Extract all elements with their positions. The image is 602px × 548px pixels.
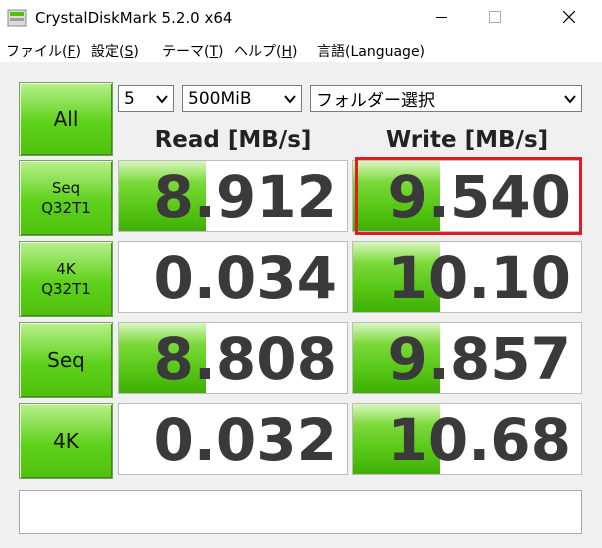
close-button[interactable] <box>546 0 592 34</box>
maximize-button[interactable] <box>472 0 518 34</box>
seq-q32t1-write-result: 9.540 <box>352 160 582 232</box>
test-drive-value: フォルダー選択 <box>316 91 435 111</box>
seq-button[interactable]: Seq <box>19 322 113 398</box>
app-icon <box>7 9 27 27</box>
seq-read-result: 8.808 <box>118 322 348 394</box>
read-value: 0.034 <box>153 244 337 312</box>
write-header: Write [MB/s] <box>385 127 549 153</box>
test-count-select[interactable]: 5 <box>118 85 174 112</box>
menu-language[interactable]: 言語(Language) <box>317 41 425 61</box>
test-label-line1: 4K <box>53 429 79 453</box>
test-drive-select[interactable]: フォルダー選択 <box>310 85 582 112</box>
4k-read-result: 0.032 <box>118 403 348 475</box>
chevron-down-icon <box>156 95 168 104</box>
minimize-icon <box>435 16 447 18</box>
chevron-down-icon <box>564 95 576 104</box>
write-value: 9.540 <box>387 163 571 231</box>
test-label-line2: Q32T1 <box>41 199 91 217</box>
4k-q32t1-button[interactable]: 4K Q32T1 <box>19 241 113 317</box>
4k-q32t1-write-result: 10.10 <box>352 241 582 313</box>
maximize-icon <box>489 11 501 23</box>
close-icon <box>563 11 575 23</box>
test-size-select[interactable]: 500MiB <box>182 85 302 112</box>
test-label-line1: Seq <box>51 179 81 197</box>
4k-q32t1-read-result: 0.034 <box>118 241 348 313</box>
read-value: 8.912 <box>153 163 337 231</box>
test-label-line1: Seq <box>47 348 85 372</box>
comment-field[interactable] <box>19 490 582 534</box>
test-count-value: 5 <box>124 88 135 109</box>
write-value: 10.68 <box>387 406 571 474</box>
minimize-button[interactable] <box>418 0 464 34</box>
window-title: CrystalDiskMark 5.2.0 x64 <box>35 9 233 27</box>
menu-help[interactable]: ヘルプ(H) <box>234 41 297 61</box>
test-label-line2: Q32T1 <box>41 280 91 298</box>
read-header: Read [MB/s] <box>154 127 312 153</box>
seq-q32t1-read-result: 8.912 <box>118 160 348 232</box>
seq-write-result: 9.857 <box>352 322 582 394</box>
test-label-line1: 4K <box>56 260 76 278</box>
all-button-label: All <box>53 107 79 131</box>
read-value: 8.808 <box>153 325 337 393</box>
menu-settings[interactable]: 設定(S) <box>91 41 139 61</box>
write-value: 10.10 <box>387 244 571 312</box>
menu-theme[interactable]: テーマ(T) <box>162 41 224 61</box>
menu-bar: ファイル(F) 設定(S) テーマ(T) ヘルプ(H) 言語(Language) <box>0 36 602 62</box>
menu-file[interactable]: ファイル(F) <box>6 41 81 61</box>
write-value: 9.857 <box>387 325 571 393</box>
chevron-down-icon <box>284 95 296 104</box>
read-value: 0.032 <box>153 406 337 474</box>
all-button[interactable]: All <box>19 82 113 156</box>
title-bar: CrystalDiskMark 5.2.0 x64 <box>0 0 602 36</box>
seq-q32t1-button[interactable]: Seq Q32T1 <box>19 160 113 236</box>
4k-button[interactable]: 4K <box>19 403 113 479</box>
4k-write-result: 10.68 <box>352 403 582 475</box>
test-size-value: 500MiB <box>188 88 252 109</box>
